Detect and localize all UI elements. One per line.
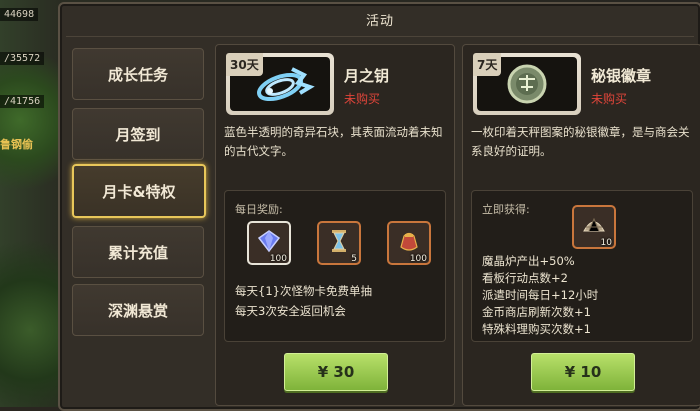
tab-label: 月卡&特权 (102, 182, 176, 201)
shell-icon (583, 217, 605, 232)
reward-box: 立即获得: 10 魔晶炉产出+50% 看板行动点数+2 派遣时间每日+12小时 … (471, 190, 693, 342)
reward-item[interactable]: 10 (572, 205, 616, 249)
tab-label: 累计充值 (107, 243, 168, 262)
item-quantity: 10 (600, 238, 612, 248)
gem-icon (257, 230, 281, 253)
tab-growth-tasks[interactable]: 成长任务 (72, 48, 204, 100)
item-quantity: 100 (409, 254, 427, 264)
tab-cumulative-recharge[interactable]: 累计充值 (72, 226, 204, 278)
perk-text: 金币商店刷新次数+1 (482, 305, 591, 319)
tab-label: 月签到 (115, 125, 161, 144)
privilege-card-panel: 7天 秘银徽章 未购买 一枚印着天秤图案的秘银徽章，是与商会关系良好的证明。 立… (462, 44, 700, 406)
item-image-frame: 7天 (473, 53, 581, 115)
reward-item[interactable]: 100 (387, 221, 431, 265)
purchase-status: 未购买 (344, 92, 381, 106)
tab-label: 深渊悬赏 (107, 301, 168, 320)
divider (66, 36, 694, 37)
duration-badge: 7天 (473, 53, 502, 76)
tab-label: 成长任务 (107, 65, 168, 84)
reward-title: 每日奖励: (235, 203, 283, 216)
hp-value: 44698 (0, 8, 39, 21)
duration-badge: 30天 (226, 53, 263, 76)
gold-label: 鲁钢偷 (0, 138, 33, 151)
perk-text: 每天{1}次怪物卡免费单抽 (235, 284, 372, 298)
tab-monthly-signin[interactable]: 月签到 (72, 108, 204, 160)
window-title: 活动 (365, 14, 394, 29)
item-name: 秘银徽章 (591, 67, 652, 85)
activity-window: 活动 成长任务 月签到 月卡&特权 累计充值 深渊悬赏 30天 月之钥 未购买 … (58, 2, 700, 411)
buy-30-button[interactable]: ¥ 30 (284, 353, 388, 391)
item-quantity: 5 (351, 254, 357, 264)
buy-10-button[interactable]: ¥ 10 (531, 353, 635, 391)
hourglass-icon (332, 230, 346, 252)
perk-text: 魔晶炉产出+50% (482, 254, 575, 268)
tab-abyss-bounty[interactable]: 深渊悬赏 (72, 284, 204, 336)
reward-box: 每日奖励: 100 5 100 每天{1}次怪物卡免费单抽 每天3次安全返回机会 (224, 190, 446, 342)
item-description: 一枚印着天秤图案的秘银徽章，是与商会关系良好的证明。 (471, 125, 690, 158)
item-description: 蓝色半透明的奇异石块，其表面流动着未知的古代文字。 (224, 125, 443, 158)
purchase-status: 未购买 (591, 92, 628, 106)
monthly-card-panel: 30天 月之钥 未购买 蓝色半透明的奇异石块，其表面流动着未知的古代文字。 每日… (215, 44, 455, 406)
hp-value: /35572 (0, 52, 45, 65)
item-quantity: 100 (269, 254, 287, 264)
reward-item[interactable]: 100 (247, 221, 291, 265)
perk-text: 每天3次安全返回机会 (235, 304, 346, 318)
item-name: 月之钥 (344, 67, 390, 85)
perk-text: 特殊料理购买次数+1 (482, 322, 591, 336)
perk-text: 派遣时间每日+12小时 (482, 288, 599, 302)
hp-value: /41756 (0, 95, 45, 108)
reward-item[interactable]: 5 (317, 221, 361, 265)
item-image-frame: 30天 (226, 53, 334, 115)
perk-text: 看板行动点数+2 (482, 271, 568, 285)
reward-title: 立即获得: (482, 203, 530, 216)
tab-monthly-card[interactable]: 月卡&特权 (72, 164, 206, 218)
pouch-icon (400, 232, 418, 251)
